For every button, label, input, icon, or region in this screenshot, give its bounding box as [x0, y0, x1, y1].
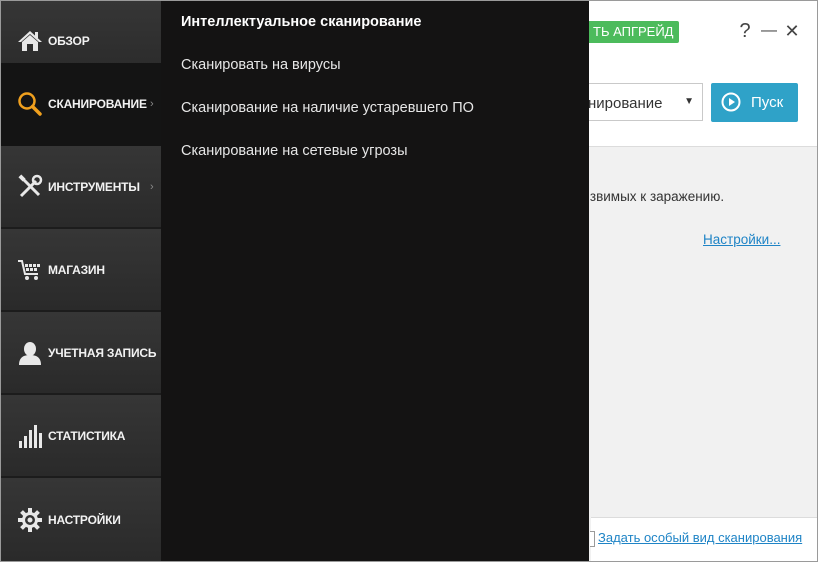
close-button[interactable]: ✕: [782, 19, 802, 43]
tools-icon: [17, 173, 43, 200]
sidebar-item-scan[interactable]: СКАНИРОВАНИЕ ›: [1, 63, 161, 146]
menu-item-network-threats-scan[interactable]: Сканирование на сетевые угрозы: [181, 143, 408, 159]
sidebar-item-label: СКАНИРОВАНИЕ: [48, 96, 147, 111]
sidebar-item-label: ОБЗОР: [48, 33, 90, 48]
start-scan-label: Пуск: [751, 94, 784, 111]
sidebar-item-label: УЧЕТНАЯ ЗАПИСЬ: [48, 345, 157, 360]
sidebar-item-label: МАГАЗИН: [48, 262, 105, 277]
sidebar-item-label: ИНСТРУМЕНТЫ: [48, 179, 140, 194]
chevron-down-icon: ▼: [684, 96, 694, 107]
custom-scan-checkbox[interactable]: [590, 531, 595, 547]
menu-item-virus-scan[interactable]: Сканировать на вирусы: [181, 57, 341, 73]
chevron-right-icon: ›: [150, 180, 154, 193]
app-window: ТЬ АПГРЕЙД ? — ✕ нирование ▼ Пуск уязвим…: [0, 0, 818, 562]
sidebar-item-statistics[interactable]: СТАТИСТИКА: [1, 395, 161, 478]
scan-submenu: Интеллектуальное сканирование Сканироват…: [161, 1, 589, 561]
sidebar-item-label: СТАТИСТИКА: [48, 428, 126, 443]
help-button[interactable]: ?: [735, 19, 755, 43]
gear-icon: [17, 507, 43, 533]
start-scan-button[interactable]: Пуск: [711, 83, 798, 122]
custom-scan-link[interactable]: Задать особый вид сканирования: [598, 530, 802, 545]
home-icon: [17, 28, 43, 54]
minimize-button[interactable]: —: [759, 19, 779, 43]
sidebar-item-store[interactable]: МАГАЗИН: [1, 229, 161, 312]
sidebar-item-tools[interactable]: ИНСТРУМЕНТЫ ›: [1, 146, 161, 229]
sidebar-item-label: НАСТРОЙКИ: [48, 512, 121, 527]
settings-link[interactable]: Настройки...: [703, 232, 780, 247]
menu-item-smart-scan[interactable]: Интеллектуальное сканирование: [181, 14, 421, 30]
scan-description: уязвимых к заражению.: [576, 189, 725, 204]
bar-chart-icon: [17, 423, 43, 449]
sidebar: ОБЗОР СКАНИРОВАНИЕ › ИНСТРУМЕНТЫ › МАГАЗ…: [1, 1, 161, 561]
sidebar-item-account[interactable]: УЧЕТНАЯ ЗАПИСЬ: [1, 312, 161, 395]
cart-icon: [17, 257, 43, 283]
scan-type-value: нирование: [588, 95, 663, 112]
magnifier-icon: [17, 91, 43, 117]
sidebar-item-settings[interactable]: НАСТРОЙКИ: [1, 478, 161, 561]
chevron-right-icon: ›: [150, 97, 154, 110]
play-icon: [721, 92, 741, 112]
menu-item-outdated-software-scan[interactable]: Сканирование на наличие устаревшего ПО: [181, 100, 474, 116]
user-icon: [17, 340, 43, 366]
